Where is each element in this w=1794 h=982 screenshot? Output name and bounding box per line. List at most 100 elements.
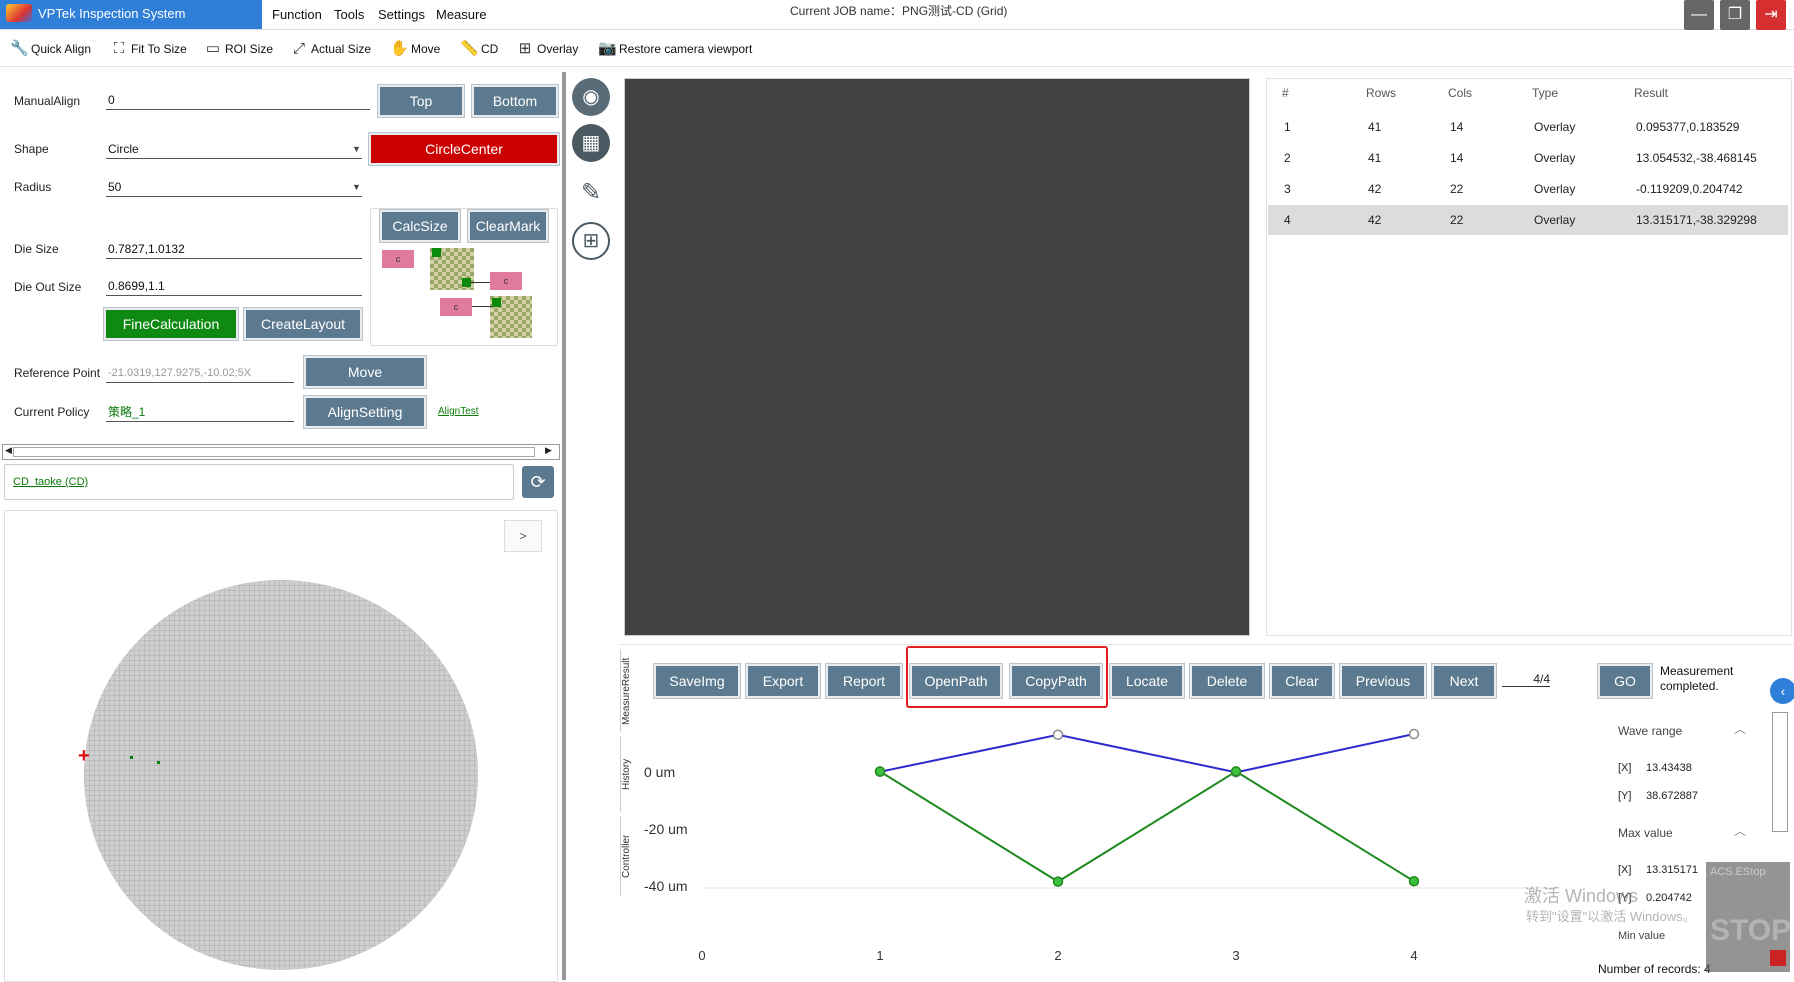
wafer-map[interactable] (84, 580, 478, 970)
overlay-tool[interactable]: ⊞ Overlay (516, 38, 579, 60)
measure-tool-icon[interactable]: ✎ (572, 174, 610, 212)
wave-y-label: [Y] (1618, 790, 1632, 802)
move-button[interactable]: Move (304, 356, 426, 388)
menu-measure[interactable]: Measure (436, 0, 487, 29)
delete-button[interactable]: Delete (1190, 664, 1264, 698)
go-button[interactable]: GO (1598, 664, 1652, 698)
grid-list-icon[interactable]: ⊞ (572, 222, 610, 260)
next-button[interactable]: Next (1432, 664, 1496, 698)
save-img-button[interactable]: SaveImg (654, 664, 740, 698)
cd-tool[interactable]: 📏 CD (460, 38, 498, 60)
cell-result: 13.054532,-38.468145 (1636, 151, 1757, 165)
die-out-size-input[interactable]: 0.8699,1.1 (106, 277, 362, 296)
restore-viewport-label: Restore camera viewport (619, 42, 753, 56)
camera-icon: 📷 (598, 40, 617, 57)
cell-index: 3 (1284, 182, 1291, 196)
die-size-input[interactable]: 0.7827,1.0132 (106, 240, 362, 259)
calc-size-button[interactable]: CalcSize (380, 210, 460, 242)
chevron-up-icon[interactable]: ︿ (1734, 822, 1746, 839)
die-chip-marker: c (490, 272, 522, 290)
camera-icon[interactable]: ◉ (572, 78, 610, 116)
col-header-type: Type (1532, 86, 1559, 100)
estop-overlay[interactable]: ACS.EStop STOP (1706, 862, 1791, 972)
clear-mark-button[interactable]: ClearMark (468, 210, 548, 242)
hand-icon: ✋ (390, 40, 409, 57)
panel-splitter[interactable] (562, 72, 566, 980)
max-x-value: 13.315171 (1646, 864, 1698, 876)
cd-label: CD (481, 42, 499, 56)
report-button[interactable]: Report (826, 664, 902, 698)
fit-to-size-tool[interactable]: ⛶ Fit To Size (110, 38, 187, 60)
reference-point-label: Reference Point (14, 366, 101, 380)
cell-cols: 14 (1450, 120, 1464, 134)
minimize-button[interactable]: — (1684, 0, 1714, 30)
locate-button[interactable]: Locate (1110, 664, 1184, 698)
chevron-left-icon[interactable]: ‹ (1770, 678, 1794, 704)
menu-tools[interactable]: Tools (334, 0, 364, 29)
grid-icon[interactable]: ▦ (572, 124, 610, 162)
cell-rows: 41 (1368, 151, 1382, 165)
align-setting-button[interactable]: AlignSetting (304, 396, 426, 428)
maximize-button[interactable]: ❐ (1720, 0, 1750, 30)
expand-button[interactable]: > (504, 520, 542, 552)
circle-center-button[interactable]: CircleCenter (369, 133, 559, 165)
exit-button[interactable]: ⇥ (1756, 0, 1786, 30)
restore-viewport-tool[interactable]: 📷 Restore camera viewport (598, 38, 752, 60)
quick-align-label: Quick Align (31, 42, 92, 56)
data-point[interactable] (1408, 728, 1420, 740)
current-policy-input[interactable]: 策略_1 (106, 403, 294, 422)
die-mark (432, 248, 441, 257)
radius-select[interactable]: 50 (106, 178, 362, 197)
menu-function[interactable]: Function (272, 0, 322, 29)
quick-align-tool[interactable]: 🔧 Quick Align (10, 38, 91, 60)
shape-select[interactable]: Circle (106, 140, 362, 159)
col-header-cols: Cols (1448, 86, 1473, 100)
y-tick-label: -20 um (644, 821, 688, 837)
data-point[interactable] (874, 766, 886, 777)
cell-cols: 14 (1450, 151, 1464, 165)
create-layout-button[interactable]: CreateLayout (244, 308, 362, 340)
data-point[interactable] (1052, 876, 1064, 887)
data-point[interactable] (1408, 875, 1420, 887)
horizontal-scrollbar[interactable]: ◀ ▶ (2, 444, 560, 460)
roi-size-tool[interactable]: ▭ ROI Size (204, 38, 273, 60)
scroll-thumb[interactable] (13, 447, 535, 457)
bottom-button[interactable]: Bottom (472, 85, 558, 117)
expand-icon: ⤢ (292, 40, 305, 57)
crosshair-icon: + (78, 745, 90, 767)
vertical-scrollbar[interactable] (1772, 712, 1788, 832)
table-row[interactable]: 2 41 14 Overlay 13.054532,-38.468145 (1268, 143, 1788, 173)
reference-point-input[interactable]: -21.0319,127.9275,-10.02;5X (106, 364, 294, 383)
table-row[interactable]: 1 41 14 Overlay 0.095377,0.183529 (1268, 112, 1788, 142)
chevron-up-icon[interactable]: ︿ (1734, 720, 1746, 737)
move-tool[interactable]: ✋ Move (390, 38, 440, 60)
recipe-box: CD_taoke (CD) (4, 464, 514, 500)
camera-image-view[interactable] (624, 78, 1250, 636)
data-point[interactable] (1230, 766, 1242, 777)
actual-size-tool[interactable]: ⤢ Actual Size (290, 38, 371, 60)
scroll-left-icon[interactable]: ◀ (5, 445, 12, 456)
col-header-index: # (1282, 86, 1289, 100)
die-marker (157, 761, 160, 764)
align-test-link[interactable]: AlignTest (438, 406, 479, 417)
cell-rows: 42 (1368, 182, 1382, 196)
export-button[interactable]: Export (746, 664, 820, 698)
clear-button[interactable]: Clear (1270, 664, 1334, 698)
fine-calculation-button[interactable]: FineCalculation (104, 308, 238, 340)
menu-settings[interactable]: Settings (378, 0, 425, 29)
data-point[interactable] (1052, 729, 1064, 741)
refresh-icon[interactable]: ⟳ (522, 466, 554, 498)
highlight-box (906, 646, 1108, 708)
scroll-right-icon[interactable]: ▶ (545, 445, 552, 456)
die-out-size-label: Die Out Size (14, 280, 82, 294)
x-tick-label: 1 (876, 948, 883, 963)
table-row[interactable]: 3 42 22 Overlay -0.119209,0.204742 (1268, 174, 1788, 204)
activation-watermark-sub: 转到"设置"以激活 Windows。 (1526, 909, 1696, 924)
previous-button[interactable]: Previous (1340, 664, 1426, 698)
cell-rows: 41 (1368, 120, 1382, 134)
page-counter[interactable]: 4/4 (1502, 672, 1550, 687)
cd-recipe-link[interactable]: CD_taoke (CD) (13, 476, 88, 488)
manual-align-input[interactable]: 0 (106, 91, 370, 110)
top-button[interactable]: Top (378, 85, 464, 117)
table-row-selected[interactable]: 4 42 22 Overlay 13.315171,-38.329298 (1268, 205, 1788, 235)
